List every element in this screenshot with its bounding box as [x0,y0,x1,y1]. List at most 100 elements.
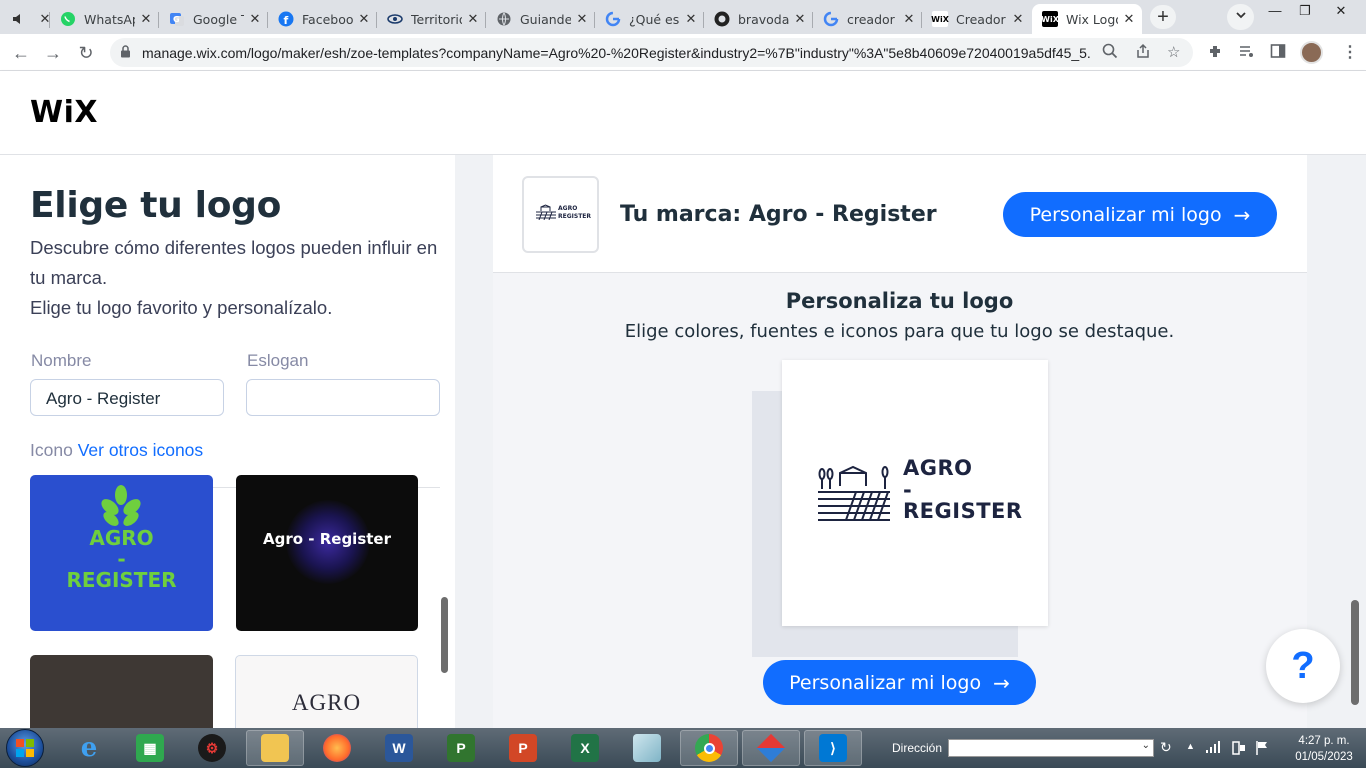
back-button[interactable]: ← [8,40,34,66]
taskbar-app-glass[interactable] [618,730,676,766]
signal-icon[interactable] [1206,741,1220,756]
close-icon[interactable]: ✕ [248,12,262,27]
tab-google-translate[interactable]: G Google T ✕ [159,4,268,34]
address-toolbar-input[interactable]: ⌄ [948,739,1154,757]
tab-whatsapp[interactable]: WhatsApp ✕ [50,4,159,34]
close-icon[interactable]: ✕ [139,12,153,27]
start-button[interactable] [6,729,44,767]
close-icon[interactable]: ✕ [684,12,698,27]
bookmark-star-icon[interactable]: ☆ [1167,43,1180,61]
powerpoint-icon: P [509,734,537,762]
clock-date: 01/05/2023 [1295,751,1353,763]
name-input[interactable]: Agro - Register [30,379,224,416]
farm-field-icon [818,465,890,521]
facebook-icon: f [278,11,294,27]
taskbar-project[interactable]: P [432,730,490,766]
tab-wix-logo[interactable]: WiX Wix Logo ✕ [1032,4,1142,34]
profile-avatar[interactable] [1300,41,1323,64]
close-icon[interactable]: ✕ [38,12,50,27]
logo-option-card[interactable] [30,655,213,728]
taskbar-chrome[interactable] [680,730,738,766]
tab-facebook[interactable]: f Facebook ✕ [268,4,377,34]
speaker-icon [10,11,26,27]
tab-github[interactable]: bravoda ✕ [704,4,813,34]
chevron-down-icon[interactable]: ⌄ [1142,740,1150,751]
tab-label: ¿Qué es [629,11,680,27]
taskbar-powerpoint[interactable]: P [494,730,552,766]
logo-option-card[interactable]: AGRO - REGISTER [30,475,213,631]
share-icon[interactable] [1135,43,1151,63]
minimize-button[interactable]: — [1260,0,1290,22]
taskbar-explorer[interactable] [246,730,304,766]
address-bar[interactable]: manage.wix.com/logo/maker/esh/zoe-templa… [110,38,1193,67]
extensions-icon[interactable] [1207,43,1224,65]
logo-line: - [903,477,913,502]
panel-scrollbar[interactable] [441,597,448,673]
glass-app-icon [633,734,661,762]
tab-guiande[interactable]: Guiande ✕ [486,4,595,34]
new-tab-button[interactable]: + [1150,5,1176,29]
taskbar-excel[interactable]: X [556,730,614,766]
close-icon[interactable]: ✕ [793,12,807,27]
page-description: Descubre cómo diferentes logos pueden in… [30,233,440,323]
tab-label: Wix Logo [1066,11,1118,27]
close-icon[interactable]: ✕ [902,12,916,27]
close-icon[interactable]: ✕ [1122,12,1136,27]
tray-expand-icon[interactable]: ▲ [1186,741,1195,751]
tab-label: creador [847,11,895,27]
network-icon[interactable] [1232,741,1246,758]
taskbar-ie[interactable]: e [60,730,118,766]
refresh-icon[interactable]: ↻ [1160,739,1172,756]
reload-button[interactable]: ↻ [73,40,99,66]
brand-bar: AGRO REGISTER Tu marca: Agro - Register … [493,155,1307,273]
taskbar-firefox[interactable] [308,730,366,766]
tab-territorio[interactable]: Territorio ✕ [377,4,486,34]
customize-title: Personaliza tu logo [785,289,1014,313]
forward-button[interactable]: → [40,40,66,66]
close-icon[interactable]: ✕ [1011,12,1025,27]
taskbar-word[interactable]: W [370,730,428,766]
card-logo-line: AGRO [89,526,154,550]
taskbar-app-red[interactable]: ⚙ [183,730,241,766]
customize-logo-button-top[interactable]: Personalizar mi logo → [1003,192,1277,237]
page-scrollbar[interactable] [1351,600,1359,705]
tab-creador-google[interactable]: creador ✕ [813,4,922,34]
svg-text:G: G [173,15,180,24]
close-icon[interactable]: ✕ [357,12,371,27]
globe-icon [496,11,512,27]
customize-logo-button-bottom[interactable]: Personalizar mi logo → [763,660,1036,705]
more-menu-icon[interactable]: ⋮ [1342,42,1358,62]
zoom-icon[interactable] [1102,43,1118,63]
help-button[interactable]: ? [1266,629,1340,703]
taskbar-vscode[interactable]: ⟩ [804,730,862,766]
taskbar-app-diamond[interactable] [742,730,800,766]
tab-creador-wix[interactable]: WiX Creador ✕ [922,4,1031,34]
card-logo-text: Agro - Register [263,530,391,548]
system-clock[interactable]: 4:27 p. m. 01/05/2023 [1284,733,1364,765]
close-icon[interactable]: ✕ [575,12,589,27]
side-panel-icon[interactable] [1270,43,1286,64]
word-icon: W [385,734,413,762]
close-icon[interactable]: ✕ [466,12,480,27]
tab-que-es[interactable]: ¿Qué es ✕ [595,4,704,34]
wix-logo[interactable]: WiX [30,95,98,130]
description-line: Elige tu logo favorito y personalízalo. [30,297,333,318]
slogan-input[interactable] [246,379,440,416]
page-title: Elige tu logo [30,185,282,226]
eye-icon [387,11,403,27]
media-control-icon[interactable] [1238,43,1255,65]
flag-icon[interactable] [1256,741,1268,758]
taskbar-store[interactable]: ▦ [121,730,179,766]
tab-search-button[interactable] [1227,4,1254,30]
logo-option-card[interactable]: AGRO [235,655,418,728]
github-icon [714,11,730,27]
window-close-button[interactable]: ✕ [1326,0,1356,22]
browser-tab-strip: ✕ WhatsApp ✕ G Google T ✕ f Facebook ✕ T… [0,0,1366,34]
wix-icon: WiX [931,11,949,27]
diamond-app-icon [756,733,786,763]
logo-option-card[interactable]: Agro - Register [236,475,418,631]
thumb-logo-text: AGRO REGISTER [558,205,591,220]
tab-audio[interactable]: ✕ [0,4,50,34]
other-icons-link[interactable]: Ver otros iconos [78,440,203,460]
maximize-button[interactable]: ❐ [1290,0,1320,22]
